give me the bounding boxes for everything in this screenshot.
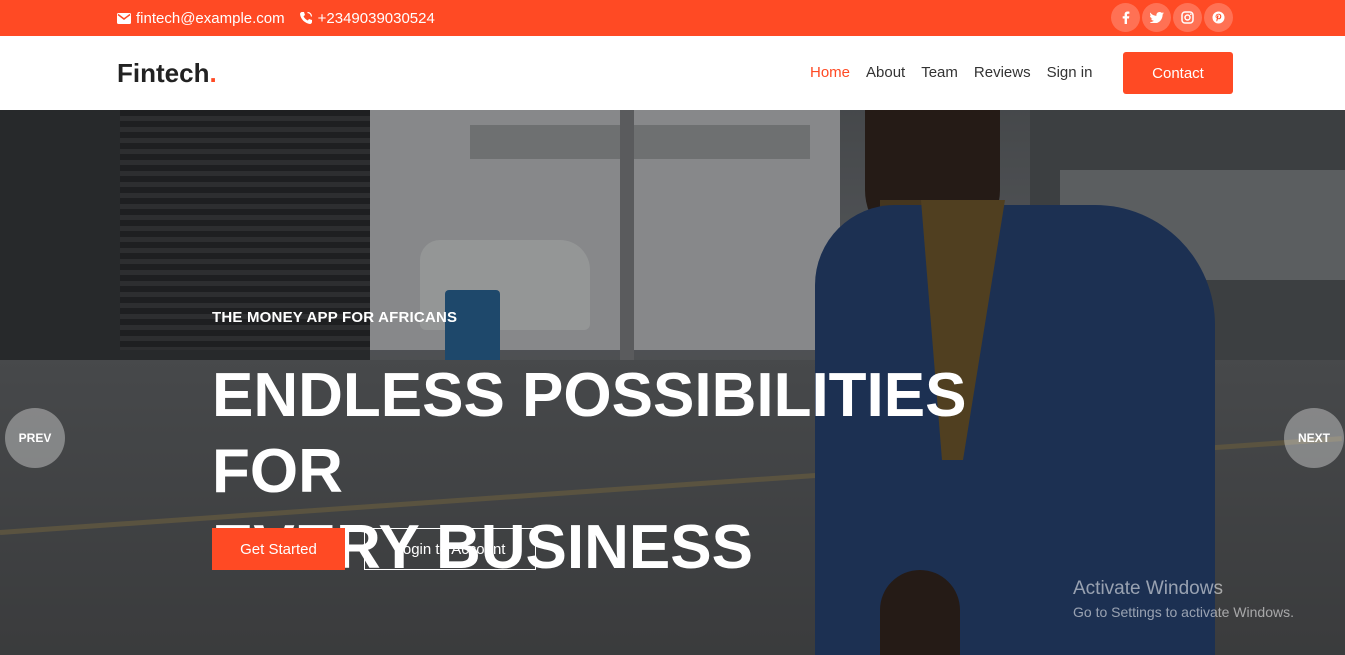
main-nav: Home About Team Reviews Sign in bbox=[810, 64, 1108, 81]
logo-text: Fintech bbox=[117, 58, 210, 88]
facebook-icon[interactable] bbox=[1111, 3, 1140, 32]
site-header: Fintech. Home About Team Reviews Sign in… bbox=[0, 36, 1345, 110]
hero-slider: THE MONEY APP FOR AFRICANS ENDLESS POSSI… bbox=[0, 110, 1345, 655]
logo-dot: . bbox=[209, 58, 217, 88]
social-links bbox=[1109, 3, 1233, 32]
phone-text: +2349039030524 bbox=[317, 9, 435, 27]
login-account-button[interactable]: Login to Account bbox=[364, 528, 536, 570]
watermark-title: Activate Windows bbox=[1073, 578, 1223, 599]
twitter-icon[interactable] bbox=[1142, 3, 1171, 32]
nav-home[interactable]: Home bbox=[810, 64, 850, 81]
nav-sign-in[interactable]: Sign in bbox=[1047, 64, 1093, 81]
email-item[interactable]: fintech@example.com bbox=[117, 10, 285, 27]
nav-reviews[interactable]: Reviews bbox=[974, 64, 1031, 81]
hero-eyebrow: THE MONEY APP FOR AFRICANS bbox=[212, 309, 458, 326]
activate-windows-watermark: Activate Windows Go to Settings to activ… bbox=[1073, 578, 1294, 620]
phone-item[interactable]: +2349039030524 bbox=[299, 10, 435, 27]
instagram-icon[interactable] bbox=[1173, 3, 1202, 32]
pinterest-icon[interactable] bbox=[1204, 3, 1233, 32]
phone-icon bbox=[299, 11, 312, 24]
get-started-button[interactable]: Get Started bbox=[212, 528, 345, 570]
next-slide-button[interactable]: NEXT bbox=[1284, 408, 1344, 468]
headline-line-1: ENDLESS POSSIBILITIES FOR bbox=[212, 361, 967, 506]
contact-button[interactable]: Contact bbox=[1123, 52, 1233, 94]
site-logo[interactable]: Fintech. bbox=[117, 58, 217, 89]
prev-slide-button[interactable]: PREV bbox=[5, 408, 65, 468]
email-text: fintech@example.com bbox=[136, 9, 285, 27]
nav-team[interactable]: Team bbox=[921, 64, 958, 81]
mail-icon bbox=[117, 12, 131, 24]
top-bar: fintech@example.com +2349039030524 bbox=[0, 0, 1345, 36]
nav-about[interactable]: About bbox=[866, 64, 905, 81]
watermark-subtitle: Go to Settings to activate Windows. bbox=[1073, 604, 1294, 620]
contact-info: fintech@example.com +2349039030524 bbox=[117, 0, 449, 36]
